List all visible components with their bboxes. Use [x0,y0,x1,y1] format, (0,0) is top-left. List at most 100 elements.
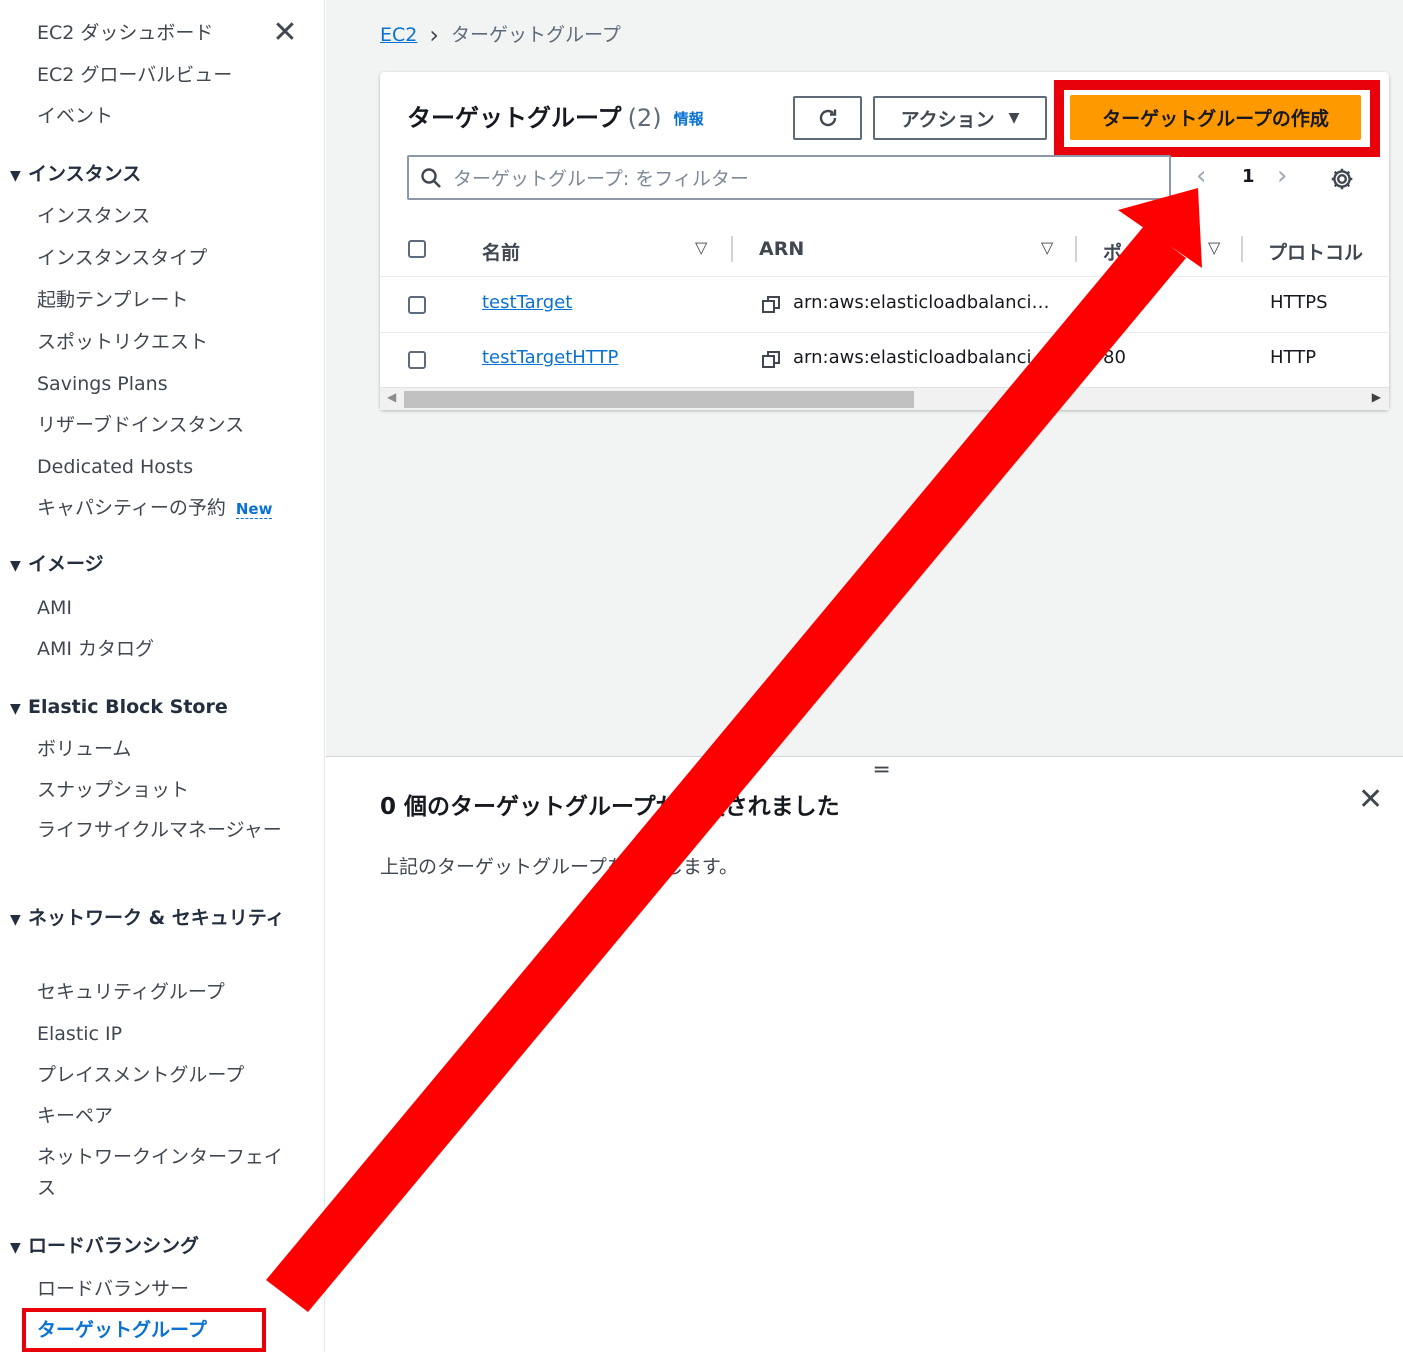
sidebar-item-dedicated-hosts[interactable]: Dedicated Hosts [37,454,193,480]
breadcrumb: EC2 › ターゲットグループ [380,20,621,49]
chevron-right-icon: › [429,21,439,49]
sidebar-item-elastic-ip[interactable]: Elastic IP [37,1021,122,1047]
section-load-balancing[interactable]: ▼ ロードバランシング [10,1233,199,1261]
table-row[interactable]: testTargetHTTP arn:aws:elasticloadbalanc… [380,332,1389,388]
port-value: 80 [1103,347,1126,368]
refresh-icon [819,109,836,127]
sidebar-item-label: キャパシティーの予約 [37,497,226,519]
scrollbar-thumb[interactable] [404,391,914,408]
section-images[interactable]: ▼ イメージ [10,551,104,579]
split-panel-message: 上記のターゲットグループを選択します。 [380,856,738,878]
sidebar: EC2 ダッシュボード ✕ EC2 グローバルビュー イベント ▼ インスタンス … [0,0,325,1352]
filter-input[interactable] [451,157,1155,200]
sidebar-item-volumes[interactable]: ボリューム [37,736,131,762]
sidebar-item-ec2-dashboard[interactable]: EC2 ダッシュボード [37,20,213,46]
actions-label: アクション [900,108,995,131]
gear-icon[interactable] [1329,166,1355,192]
sort-icon[interactable]: ▽ [695,238,707,257]
sidebar-item-load-balancers[interactable]: ロードバランサー [37,1276,189,1302]
sidebar-item-capacity-reservations[interactable]: キャパシティーの予約 New [37,495,273,522]
chevron-left-icon[interactable]: ‹ [1196,161,1206,191]
section-load-balancing-title: ロードバランシング [28,1235,200,1257]
sidebar-item-ami-catalog[interactable]: AMI カタログ [37,636,154,662]
sort-icon[interactable]: ▽ [1208,238,1220,257]
port-value: 443 [1103,292,1138,313]
section-instances[interactable]: ▼ インスタンス [10,161,141,189]
annotation-highlight-box [1054,80,1380,157]
sidebar-item-reserved-instances[interactable]: リザーブドインスタンス [37,412,244,438]
breadcrumb-ec2-link[interactable]: EC2 [380,24,417,46]
section-instances-title: インスタンス [28,163,142,185]
copy-icon[interactable] [761,350,781,370]
sidebar-item-snapshots[interactable]: スナップショット [37,777,189,803]
copy-icon[interactable] [761,295,781,315]
main-content: EC2 › ターゲットグループ ターゲットグループ (2) 情報 アクション ▼ ターゲッ… [326,0,1403,756]
sidebar-item-spot-requests[interactable]: スポットリクエスト [37,329,208,355]
table-header: 名前 ▽ ARN ▽ ポート ▽ プロトコル [380,222,1389,277]
chevron-right-icon[interactable]: › [1277,161,1287,191]
filter-box [407,155,1171,200]
item-count: (2) [627,104,662,132]
sidebar-item-instances[interactable]: インスタンス [37,203,150,229]
caret-down-icon: ▼ [1008,110,1020,126]
row-checkbox[interactable] [408,351,426,369]
sidebar-item-events[interactable]: イベント [37,103,113,129]
table-title: ターゲットグループ [407,104,622,132]
sidebar-item-network-interfaces[interactable]: ネットワークインターフェイス [37,1142,287,1204]
resize-handle-icon[interactable]: ═ [875,760,888,782]
sidebar-item-lifecycle-manager[interactable]: ライフサイクルマネージャー [37,815,287,846]
sort-icon[interactable]: ▽ [1041,238,1053,257]
search-icon [421,168,441,188]
column-divider[interactable] [1241,236,1243,262]
sidebar-item-savings-plans[interactable]: Savings Plans [37,371,168,397]
column-divider[interactable] [731,236,733,262]
column-header-protocol[interactable]: プロトコル [1268,238,1363,265]
page-title: ターゲットグループ (2) 情報 [407,98,704,133]
caret-down-icon: ▼ [10,701,21,717]
protocol-value: HTTP [1270,347,1317,368]
close-icon[interactable]: ✕ [272,18,298,48]
breadcrumb-current: ターゲットグループ [450,24,621,46]
caret-down-icon: ▼ [10,1240,21,1256]
horizontal-scrollbar[interactable]: ◀ ▶ [380,387,1389,410]
section-ebs-title: Elastic Block Store [28,696,228,718]
caret-down-icon: ▼ [10,168,21,184]
section-network-title: ネットワーク & セキュリティ [28,907,285,929]
close-icon[interactable]: ✕ [1358,785,1383,815]
info-link[interactable]: 情報 [674,110,704,128]
sidebar-item-key-pairs[interactable]: キーペア [37,1103,113,1129]
table-row[interactable]: testTarget arn:aws:elasticloadbalanci… 4… [380,277,1389,333]
section-images-title: イメージ [28,553,104,575]
column-header-arn[interactable]: ARN [759,238,804,260]
row-checkbox[interactable] [408,296,426,314]
scroll-right-icon[interactable]: ▶ [1372,390,1381,404]
target-group-name-link[interactable]: testTarget [482,292,572,313]
scroll-left-icon[interactable]: ◀ [387,390,396,404]
column-divider[interactable] [1075,236,1077,262]
split-panel-title: 0 個のターゲットグループが選択されました [380,794,840,820]
target-groups-table-card: ターゲットグループ(2)情報 アクション▼ ターゲットグループの作成 ‹ 1 ›… [380,72,1389,410]
pagination-page-1[interactable]: 1 [1242,166,1255,187]
section-ebs[interactable]: ▼ Elastic Block Store [10,694,228,722]
arn-value: arn:aws:elasticloadbalanci… [793,347,1050,368]
split-panel: ═ 0 個のターゲットグループが選択されました ✕ 上記のターゲットグループを選… [326,756,1403,1353]
sidebar-item-instance-types[interactable]: インスタンスタイプ [37,245,207,271]
column-header-name[interactable]: 名前 [482,238,520,265]
refresh-button[interactable] [793,96,862,140]
sidebar-item-placement-groups[interactable]: プレイスメントグループ [37,1062,244,1088]
protocol-value: HTTPS [1270,292,1328,313]
section-network-security[interactable]: ▼ ネットワーク & セキュリティ [10,903,290,936]
sidebar-item-security-groups[interactable]: セキュリティグループ [37,979,225,1005]
caret-down-icon: ▼ [10,912,21,928]
new-badge: New [235,500,273,519]
annotation-highlight-box [22,1308,266,1352]
arn-value: arn:aws:elasticloadbalanci… [793,292,1050,313]
column-header-port[interactable]: ポート [1103,238,1160,265]
caret-down-icon: ▼ [10,558,21,574]
sidebar-item-ami[interactable]: AMI [37,595,72,621]
actions-dropdown-button[interactable]: アクション ▼ [873,96,1047,140]
sidebar-item-ec2-global-view[interactable]: EC2 グローバルビュー [37,62,232,88]
sidebar-item-launch-templates[interactable]: 起動テンプレート [37,287,188,313]
target-group-name-link[interactable]: testTargetHTTP [482,347,618,368]
select-all-checkbox[interactable] [408,240,426,258]
